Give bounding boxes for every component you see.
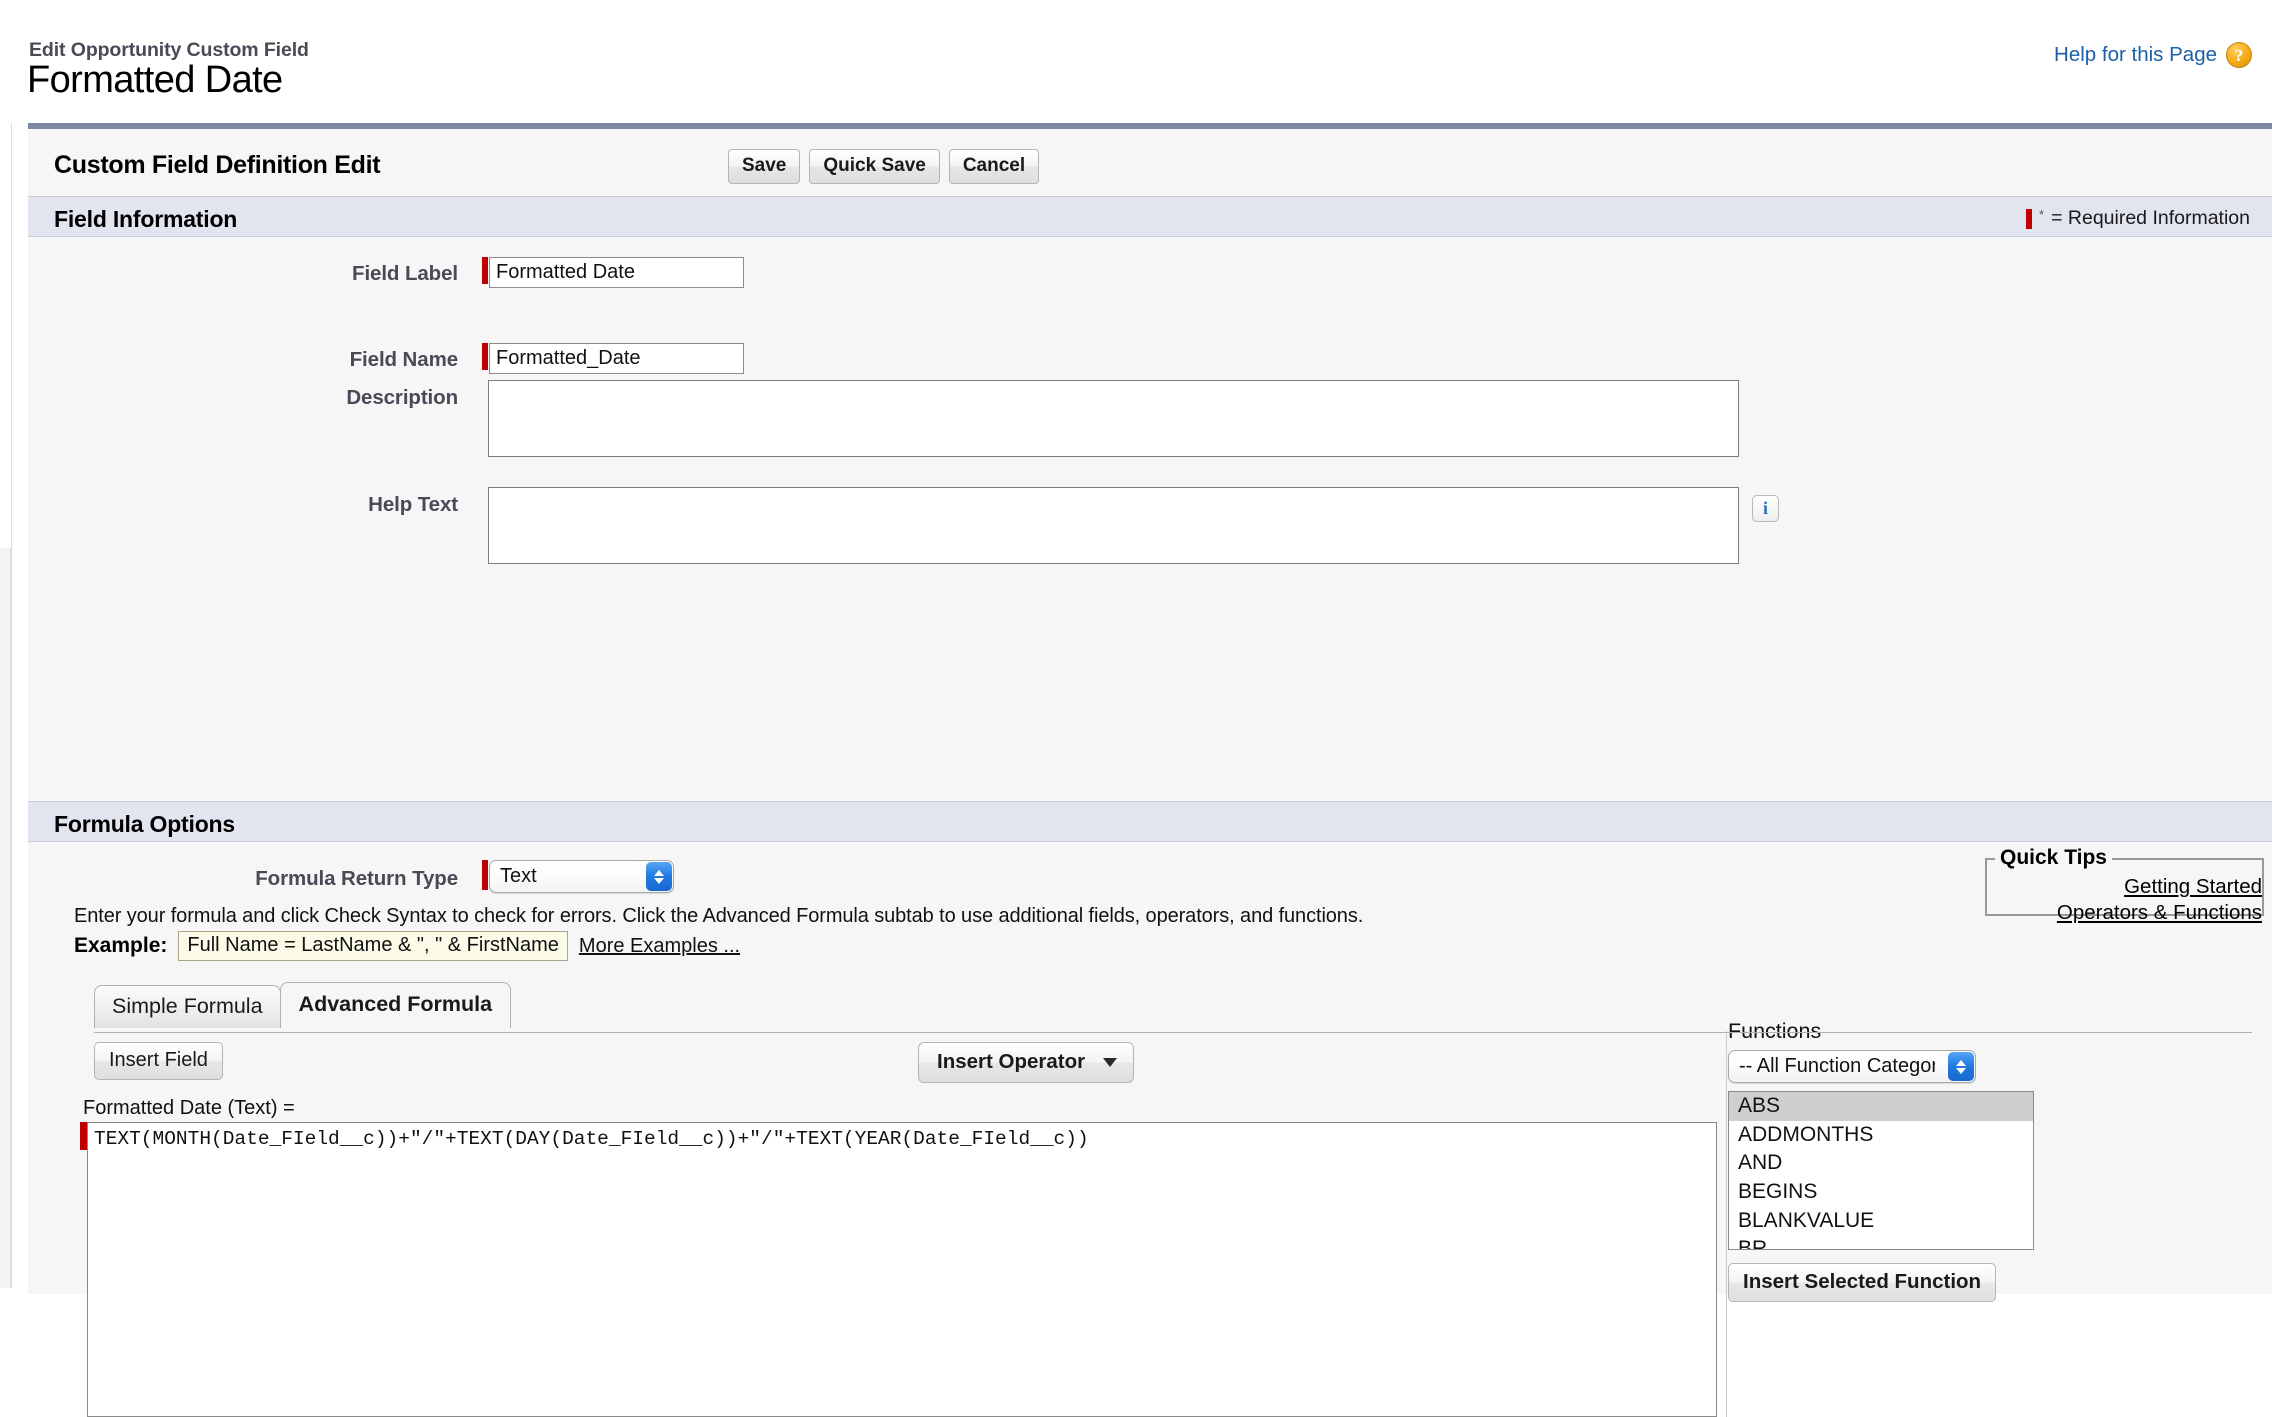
function-list-item[interactable]: AND [1729,1149,2033,1178]
section-title-field-information: Field Information [54,206,237,233]
function-category-select-wrap: -- All Function Categori [1728,1050,1976,1083]
required-marker-formula [80,1122,87,1150]
function-list-item[interactable]: BLANKVALUE [1729,1207,2033,1236]
tab-simple-formula[interactable]: Simple Formula [94,985,281,1028]
more-examples-link[interactable]: More Examples ... [579,935,740,958]
field-name-input[interactable] [489,343,744,374]
form-row-help-text: Help Text i [28,487,2028,569]
label-field-name: Field Name [28,343,458,372]
form-row-field-name: Field Name [28,343,788,374]
formula-return-type-select[interactable]: Text [489,860,674,893]
label-description: Description [28,380,458,410]
formula-editor-wrap: TEXT(MONTH(Date_FIeld__c))+"/"+TEXT(DAY(… [80,1122,1717,1417]
form-row-description: Description [28,380,2028,462]
insert-operator-button[interactable]: Insert Operator [918,1042,1134,1083]
quick-save-button[interactable]: Quick Save [809,149,939,184]
label-formula-return-type: Formula Return Type [28,860,458,891]
function-list-item[interactable]: ADDMONTHS [1729,1121,2033,1150]
section-header-field-information: Field Information * = Required Informati… [28,196,2272,237]
info-i-icon[interactable]: i [1752,495,1779,522]
tab-strip-underline [94,1032,2252,1033]
insert-operator-label: Insert Operator [937,1050,1085,1074]
required-marker-return-type [482,860,488,890]
help-link-label[interactable]: Help for this Page [2054,43,2217,67]
insert-operator-button-wrap: Insert Operator [918,1042,1134,1083]
formula-instructions-text: Enter your formula and click Check Synta… [74,905,1363,928]
formula-example-row: Example: Full Name = LastName & ", " & F… [74,931,740,961]
required-marker-icon [2026,209,2032,229]
section-header-formula-options: Formula Options [28,801,2272,842]
quick-tips-box: Quick Tips Getting Started Operators & F… [1985,858,2264,916]
quick-tips-legend: Quick Tips [1995,846,2112,870]
question-mark-badge-icon[interactable]: ? [2226,42,2252,68]
page-root: Edit Opportunity Custom Field Formatted … [0,0,2272,1288]
page-title: Formatted Date [27,59,283,102]
required-asterisk-icon: * [2039,207,2044,222]
label-help-text: Help Text [28,487,458,517]
required-information-legend: * = Required Information [2026,207,2250,230]
custom-field-definition-panel: Custom Field Definition Edit Save Quick … [28,123,2272,1288]
panel-titlebar: Custom Field Definition Edit Save Quick … [28,135,2272,196]
required-marker-field-name [482,343,488,370]
insert-selected-function-button[interactable]: Insert Selected Function [1728,1263,1996,1302]
required-legend-label: = Required Information [2051,207,2250,230]
function-list-item[interactable]: BR [1729,1235,2033,1250]
function-list-item[interactable]: BEGINS [1729,1178,2033,1207]
functions-panel-divider [1726,1031,1727,1417]
quick-tips-link-getting-started[interactable]: Getting Started [2124,874,2262,900]
label-field-label: Field Label [28,257,458,286]
cancel-button[interactable]: Cancel [949,149,1039,184]
formula-equation-label: Formatted Date (Text) = [83,1097,295,1120]
section-title-formula-options: Formula Options [54,811,235,838]
quick-tips-link-operators-functions[interactable]: Operators & Functions [2057,900,2262,926]
function-category-select[interactable]: -- All Function Categori [1728,1050,1976,1083]
functions-panel: Functions -- All Function Categori ABS A… [1728,1019,2038,1302]
description-textarea[interactable] [488,380,1739,457]
example-formula-text: Full Name = LastName & ", " & FirstName [178,931,568,961]
help-text-textarea[interactable] [488,487,1739,564]
save-button[interactable]: Save [728,149,800,184]
field-information-body: Field Label Field Name Description [28,237,2272,595]
required-marker-field-label [482,257,488,284]
formula-tab-strip: Simple Formula Advanced Formula [94,982,511,1028]
panel-title: Custom Field Definition Edit [54,151,380,180]
insert-field-button[interactable]: Insert Field [94,1042,223,1080]
chevron-down-icon [1103,1058,1117,1067]
insert-field-button-wrap: Insert Field [94,1042,223,1080]
formula-return-type-select-wrap: Text [489,860,674,893]
help-for-this-page-link[interactable]: Help for this Page ? [2054,42,2252,68]
form-row-field-label: Field Label [28,257,788,288]
function-list[interactable]: ABS ADDMONTHS AND BEGINS BLANKVALUE BR [1728,1091,2034,1250]
function-list-item[interactable]: ABS [1729,1092,2033,1121]
page-header: Edit Opportunity Custom Field Formatted … [0,0,2272,123]
form-row-formula-return-type: Formula Return Type Text [28,860,828,893]
panel-action-buttons: Save Quick Save Cancel [728,149,1039,184]
field-label-input[interactable] [489,257,744,288]
formula-textarea[interactable]: TEXT(MONTH(Date_FIeld__c))+"/"+TEXT(DAY(… [87,1122,1717,1417]
tab-advanced-formula[interactable]: Advanced Formula [280,982,512,1028]
quick-tips-links: Getting Started Operators & Functions [1987,874,2262,926]
insert-selected-function-wrap: Insert Selected Function [1728,1263,2038,1302]
example-label: Example: [74,934,167,958]
